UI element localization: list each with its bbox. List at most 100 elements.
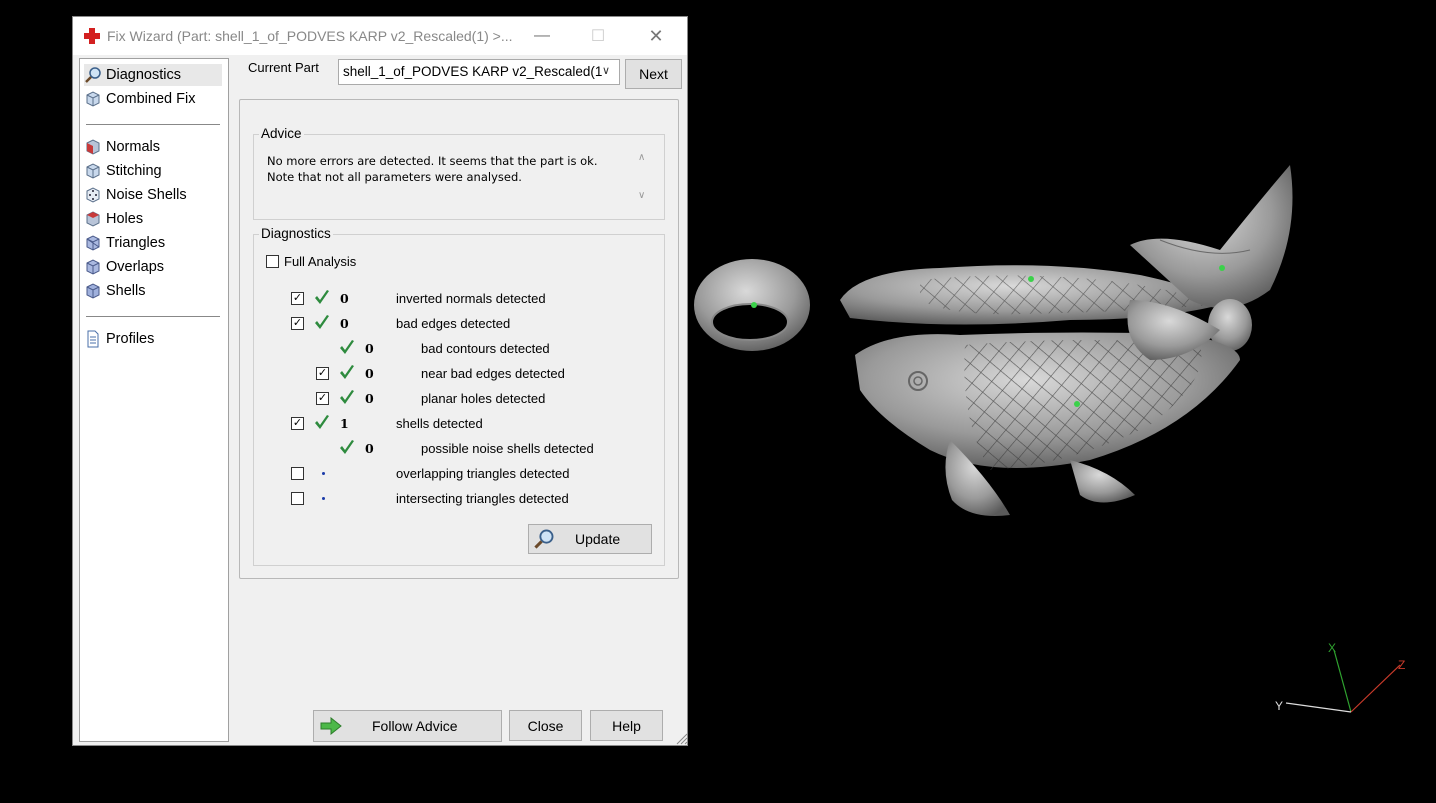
diagnostic-label: shells detected — [396, 416, 483, 431]
check-mark-icon — [340, 340, 354, 354]
advice-group-label: Advice — [259, 126, 304, 141]
nav-item-label: Overlaps — [106, 259, 165, 275]
axis-z-label: Z — [1398, 658, 1406, 672]
minimize-button[interactable]: — — [519, 17, 565, 55]
diagnostic-count: 0 — [365, 366, 374, 381]
not-analysed-dot-icon — [322, 497, 325, 500]
close-window-button[interactable]: ✕ — [633, 17, 679, 55]
next-button-label: Next — [639, 66, 668, 82]
nav-item-stitching[interactable]: Stitching — [84, 160, 222, 182]
document-icon — [87, 330, 99, 348]
advice-scrollbar[interactable]: ∧ ∨ — [634, 152, 651, 208]
cube-red-icon — [86, 139, 100, 155]
diagnostic-count: 0 — [340, 291, 349, 306]
nav-item-label: Normals — [106, 139, 160, 155]
nav-item-label: Profiles — [106, 331, 155, 347]
nav-item-overlaps[interactable]: Overlaps — [84, 256, 222, 278]
nav-item-profiles[interactable]: Profiles — [84, 328, 222, 350]
minimize-icon: — — [534, 27, 550, 44]
close-icon: ✕ — [648, 25, 664, 46]
diagnostic-label: overlapping triangles detected — [396, 466, 570, 481]
diagnostic-count: 0 — [365, 391, 374, 406]
axis-triad — [1285, 649, 1401, 713]
diagnostic-checkbox[interactable]: ✓ — [316, 392, 329, 405]
red-cross-icon — [84, 28, 100, 44]
diagnostic-label: bad contours detected — [421, 341, 550, 356]
cube-blue-icon — [86, 283, 100, 299]
nav-item-noise-shells[interactable]: Noise Shells — [84, 184, 222, 206]
current-part-select[interactable]: shell_1_of_PODVES KARP v2_Rescaled(1 — [338, 59, 620, 85]
nav-item-normals[interactable]: Normals — [84, 136, 222, 158]
diagnostic-label: bad edges detected — [396, 316, 511, 331]
current-part-value: shell_1_of_PODVES KARP v2_Rescaled(1 — [343, 64, 603, 79]
check-mark-icon — [315, 315, 329, 329]
diagnostic-label: near bad edges detected — [421, 366, 565, 381]
cube-blue-icon — [86, 259, 100, 275]
help-button[interactable]: Help — [590, 710, 663, 741]
nav-item-holes[interactable]: Holes — [84, 208, 222, 230]
nav-item-label: Stitching — [106, 163, 162, 179]
follow-advice-label: Follow Advice — [372, 718, 458, 734]
magnifier-icon — [85, 67, 101, 83]
diagnostic-checkbox[interactable] — [291, 467, 304, 480]
update-button[interactable]: Update — [528, 524, 652, 554]
nav-item-triangles[interactable]: Triangles — [84, 232, 222, 254]
nav-item-diagnostics[interactable]: Diagnostics — [84, 64, 222, 86]
diagnostics-group-label: Diagnostics — [259, 226, 333, 241]
nav-item-shells[interactable]: Shells — [84, 280, 222, 302]
close-button[interactable]: Close — [509, 710, 582, 741]
check-mark-icon — [315, 290, 329, 304]
scroll-down-icon[interactable]: ∨ — [638, 190, 645, 201]
fix-wizard-window: Fix Wizard (Part: shell_1_of_PODVES KARP… — [72, 16, 688, 746]
full-analysis-checkbox[interactable] — [266, 255, 279, 268]
close-button-label: Close — [527, 717, 564, 734]
nav-item-label: Diagnostics — [106, 67, 181, 83]
advice-text: No more errors are detected. It seems th… — [267, 154, 598, 184]
cube-blue-icon — [86, 235, 100, 251]
nav-item-combined-fix[interactable]: Combined Fix — [84, 88, 222, 110]
help-button-label: Help — [612, 717, 641, 734]
diagnostic-count: 0 — [365, 341, 374, 356]
check-mark-icon — [340, 440, 354, 454]
nav-item-label: Shells — [106, 283, 146, 299]
diagnostic-count: 1 — [340, 416, 349, 431]
diagnostic-label: possible noise shells detected — [421, 441, 594, 456]
nav-item-label: Holes — [106, 211, 144, 227]
chevron-down-icon: ∨ — [602, 65, 611, 77]
cube-icon — [86, 91, 100, 107]
wizard-nav: Diagnostics Combined Fix Normals Stitchi… — [79, 58, 229, 742]
maximize-icon: ☐ — [590, 28, 606, 45]
diagnostic-checkbox[interactable]: ✓ — [291, 417, 304, 430]
diagnostic-count: 0 — [365, 441, 374, 456]
cube-icon — [86, 163, 100, 179]
diagnostic-checkbox[interactable]: ✓ — [316, 367, 329, 380]
window-title: Fix Wizard (Part: shell_1_of_PODVES KARP… — [107, 28, 513, 44]
axis-x-label: X — [1328, 641, 1337, 655]
diagnostic-count: 0 — [340, 316, 349, 331]
nav-item-label: Triangles — [106, 235, 166, 251]
current-part-label: Current Part — [248, 60, 319, 75]
title-bar[interactable]: Fix Wizard (Part: shell_1_of_PODVES KARP… — [73, 17, 687, 55]
resize-grip-icon[interactable] — [674, 731, 688, 745]
3d-viewport[interactable] — [690, 0, 1436, 803]
check-mark-icon — [340, 390, 354, 404]
full-analysis-label: Full Analysis — [284, 254, 357, 269]
cube-red-icon — [86, 211, 100, 227]
update-button-label: Update — [575, 531, 621, 547]
magnifier-icon — [534, 529, 554, 549]
diagnostic-label: inverted normals detected — [396, 291, 546, 306]
diagnostic-checkbox[interactable]: ✓ — [291, 317, 304, 330]
check-mark-icon — [315, 415, 329, 429]
maximize-button[interactable]: ☐ — [575, 17, 621, 55]
diagnostic-checkbox[interactable] — [291, 492, 304, 505]
nav-item-label: Combined Fix — [106, 91, 196, 107]
diagnostic-checkbox[interactable]: ✓ — [291, 292, 304, 305]
check-mark-icon — [340, 365, 354, 379]
nav-divider — [86, 316, 220, 317]
next-button[interactable]: Next — [625, 59, 682, 89]
follow-advice-button[interactable]: Follow Advice — [313, 710, 502, 742]
nav-divider — [86, 124, 220, 125]
axis-y-label: Y — [1275, 699, 1284, 713]
scroll-up-icon[interactable]: ∧ — [638, 152, 645, 163]
not-analysed-dot-icon — [322, 472, 325, 475]
